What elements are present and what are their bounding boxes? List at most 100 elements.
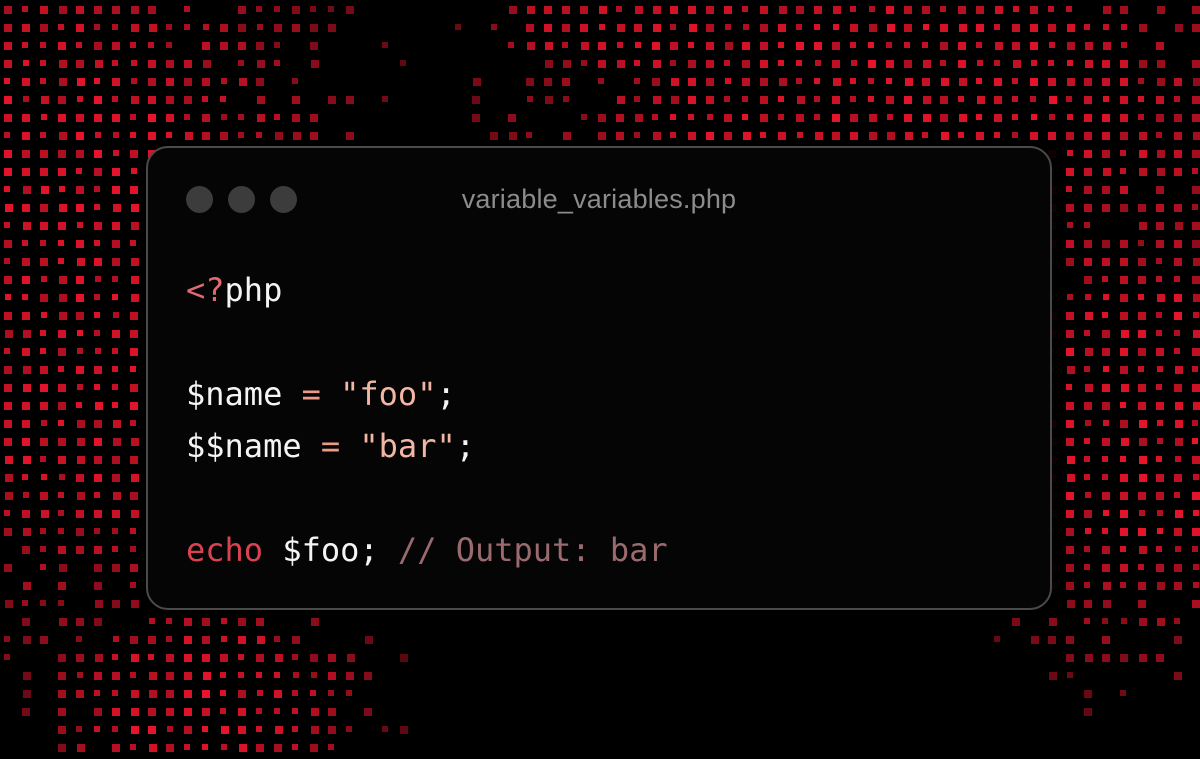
code-token-str: "foo" [340,375,437,413]
pixel-dot [1084,618,1090,624]
pixel-dot [310,42,318,50]
pixel-dot [292,690,298,696]
pixel-dot [1084,78,1092,86]
pixel-dot [58,654,66,662]
pixel-dot [77,78,85,86]
pixel-dot [382,42,388,48]
pixel-dot [58,42,66,50]
pixel-dot [1066,204,1074,212]
pixel-dot [221,726,229,734]
pixel-dot [400,654,408,662]
pixel-dot [130,240,136,246]
pixel-dot [490,132,498,140]
pixel-dot [1139,420,1147,428]
pixel-dot [4,186,10,192]
pixel-dot [923,60,931,68]
pixel-dot [1103,42,1111,50]
pixel-dot [778,42,784,48]
code-line: $name = "foo"; [186,368,668,420]
pixel-dot [923,24,929,30]
pixel-dot [1193,510,1199,516]
pixel-dot [1156,42,1164,50]
pixel-dot [58,582,66,590]
pixel-dot [1103,510,1109,516]
pixel-dot [1085,348,1093,356]
pixel-dot [41,186,49,194]
pixel-dot [562,42,568,48]
pixel-dot [743,24,749,30]
pixel-dot [112,726,118,732]
pixel-dot [599,24,605,30]
pixel-dot [202,654,210,662]
pixel-dot [1174,672,1182,680]
pixel-dot [1139,456,1147,464]
pixel-dot [23,690,31,698]
pixel-dot [689,24,697,32]
pixel-dot [940,6,946,12]
code-token-plain: $foo; [263,531,398,569]
pixel-dot [40,528,46,534]
pixel-dot [1139,546,1147,554]
pixel-dot [328,654,336,662]
pixel-dot [76,546,84,554]
pixel-dot [1138,384,1146,392]
pixel-dot [94,258,102,266]
pixel-dot [904,96,912,104]
pixel-dot [4,96,12,104]
pixel-dot [131,222,139,230]
pixel-dot [40,6,48,14]
pixel-dot [166,132,172,138]
pixel-dot [526,24,534,32]
pixel-dot [76,690,84,698]
pixel-dot [1156,222,1164,230]
pixel-dot [1031,114,1037,120]
pixel-dot [166,96,174,104]
pixel-dot [184,654,192,662]
pixel-dot [4,348,10,354]
pixel-dot [779,6,787,14]
pixel-dot [94,510,102,518]
pixel-dot [1103,6,1111,14]
pixel-dot [94,528,100,534]
pixel-dot [742,78,750,86]
pixel-dot [149,690,157,698]
pixel-dot [1067,114,1073,120]
pixel-dot [166,654,174,662]
pixel-dot [833,78,841,86]
pixel-dot [131,726,139,734]
pixel-dot [238,708,246,716]
pixel-dot [22,474,28,480]
pixel-dot [22,438,30,446]
pixel-dot [1156,276,1162,282]
pixel-dot [202,708,210,716]
code-token-plain: ; [436,375,456,413]
pixel-dot [850,78,856,84]
pixel-dot [743,132,751,140]
pixel-dot [130,348,138,356]
pixel-dot [130,420,136,426]
pixel-dot [1174,564,1182,572]
pixel-dot [1157,582,1165,590]
pixel-dot [1120,78,1128,86]
pixel-dot [58,528,64,534]
pixel-dot [1066,240,1074,248]
pixel-dot [112,366,118,372]
pixel-dot [40,42,46,48]
pixel-dot [256,6,262,12]
pixel-dot [562,24,570,32]
pixel-dot [706,96,714,104]
pixel-dot [167,726,173,732]
pixel-dot [166,42,172,48]
pixel-dot [1084,204,1092,212]
pixel-dot [238,42,246,50]
pixel-dot [653,6,661,14]
pixel-dot [833,6,841,14]
pixel-dot [472,96,480,104]
pixel-dot [131,438,139,446]
pixel-dot [58,420,64,426]
pixel-dot [1192,168,1198,174]
pixel-dot [40,546,46,552]
pixel-dot [346,132,354,140]
pixel-dot [4,420,12,428]
